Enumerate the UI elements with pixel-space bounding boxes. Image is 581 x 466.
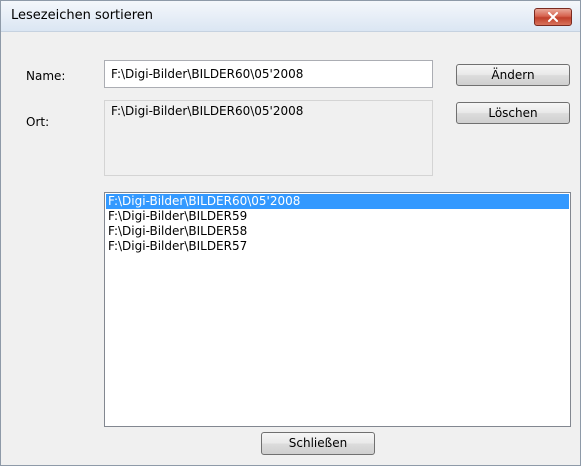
close-dialog-button[interactable]: Schließen — [261, 432, 375, 455]
ort-field: F:\Digi-Bilder\BILDER60\05'2008 — [104, 100, 433, 176]
bookmark-list[interactable]: F:\Digi-Bilder\BILDER60\05'2008 F:\Digi-B… — [104, 192, 571, 427]
change-button[interactable]: Ändern — [456, 64, 570, 86]
window-close-button[interactable] — [534, 8, 572, 26]
name-input[interactable]: F:\Digi-Bilder\BILDER60\05'2008 — [104, 60, 433, 88]
name-label: Name: — [26, 69, 66, 83]
title-bar[interactable]: Lesezeichen sortieren — [1, 1, 580, 32]
close-icon — [548, 12, 558, 22]
bookmark-list-item[interactable]: F:\Digi-Bilder\BILDER59 — [106, 209, 569, 224]
ort-label: Ort: — [26, 115, 50, 129]
delete-button[interactable]: Löschen — [456, 102, 570, 124]
window-title: Lesezeichen sortieren — [11, 8, 154, 23]
dialog-window: Lesezeichen sortieren Name: F:\Digi-Bild… — [0, 0, 581, 466]
bookmark-list-item[interactable]: F:\Digi-Bilder\BILDER60\05'2008 — [106, 194, 569, 209]
bookmark-list-item[interactable]: F:\Digi-Bilder\BILDER57 — [106, 239, 569, 254]
ort-value: F:\Digi-Bilder\BILDER60\05'2008 — [111, 104, 304, 118]
bookmark-list-item[interactable]: F:\Digi-Bilder\BILDER58 — [106, 224, 569, 239]
